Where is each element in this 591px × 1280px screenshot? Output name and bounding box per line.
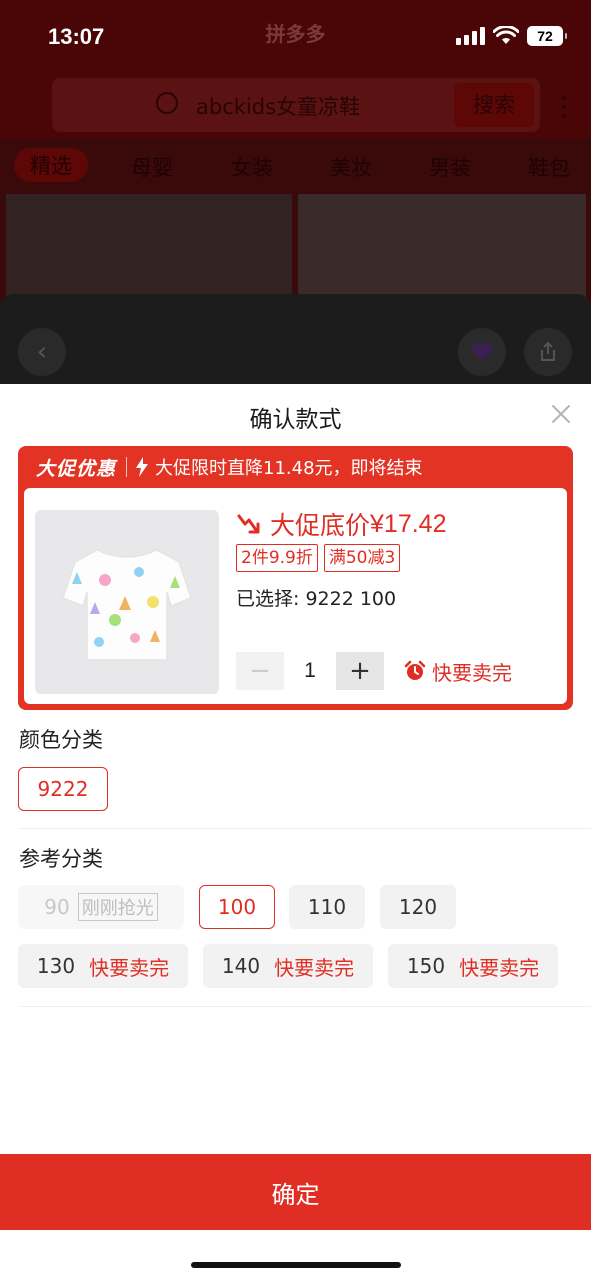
- lightning-icon: [136, 457, 149, 477]
- price-value: ¥17.42: [370, 509, 447, 538]
- price-drop-icon: [237, 514, 260, 534]
- decrease-button[interactable]: −: [236, 652, 284, 690]
- section-divider: [19, 1006, 591, 1007]
- background-search-text: abckids女童凉鞋: [196, 95, 361, 119]
- price-row: 大促底价 ¥17.42: [236, 506, 446, 542]
- option-label: 90: [44, 895, 70, 919]
- sheet-title: 确认款式: [249, 407, 342, 433]
- option-label: 140: [221, 954, 261, 978]
- promo-message: 大促限时直降11.48元，即将结束: [155, 458, 423, 479]
- bg-tab-women: 女装: [231, 156, 273, 180]
- heart-icon: [471, 342, 493, 361]
- battery-icon: 72: [527, 26, 567, 46]
- tshirt-icon: [62, 549, 192, 661]
- alarm-clock-icon: [404, 660, 426, 680]
- bg-tab-beauty: 美妆: [330, 156, 372, 180]
- product-image: [35, 510, 219, 694]
- sold-out-tag: 刚刚抢光: [77, 893, 158, 921]
- bg-tab-featured: 精选: [14, 148, 88, 182]
- increase-button[interactable]: +: [336, 652, 384, 690]
- confirm-button[interactable]: 确定: [0, 1154, 591, 1230]
- bg-tab-men: 男装: [429, 156, 471, 180]
- share-glyph-icon: [541, 341, 555, 361]
- wifi-icon: [493, 26, 519, 44]
- style-confirm-sheet: 确认款式 大促优惠 大促限时直降11.48元，即将结束 大促底价 ¥17.42 …: [0, 384, 591, 1280]
- bg-product-image: [298, 194, 586, 304]
- size-option-120[interactable]: 120: [380, 885, 456, 929]
- discount-tags: 2件9.9折 满50减3: [236, 544, 401, 572]
- hurry-text: 快要卖完: [432, 660, 512, 685]
- size-option-100[interactable]: 100: [199, 885, 275, 929]
- quantity-stepper: − 1 + 快要卖完: [236, 652, 512, 690]
- promo-banner: 大促优惠 大促限时直降11.48元，即将结束: [18, 446, 573, 488]
- size-option-90[interactable]: 90 刚刚抢光: [18, 885, 184, 929]
- close-icon[interactable]: [547, 400, 575, 428]
- size-section-label: 参考分类: [19, 847, 103, 871]
- hurry-tag: 快要卖完: [274, 955, 355, 980]
- status-time: 13:07: [48, 24, 105, 49]
- more-icon: [562, 96, 566, 118]
- promo-divider: [126, 457, 128, 477]
- home-indicator: [191, 1262, 401, 1268]
- background-search-button: 搜索: [454, 83, 534, 127]
- price-label: 大促底价: [270, 511, 371, 540]
- size-option-140[interactable]: 140 快要卖完: [203, 944, 373, 988]
- background-app: 拼多多 13:07 72 abckids女童凉鞋 搜索 精选 母婴 女装 美妆 …: [0, 0, 591, 400]
- discount-tag: 2件9.9折: [236, 544, 318, 572]
- background-search-bar: abckids女童凉鞋 搜索: [52, 78, 540, 132]
- promo-brand: 大促优惠: [36, 457, 117, 480]
- option-label: 100: [217, 895, 257, 919]
- product-summary: 大促底价 ¥17.42 2件9.9折 满50减3 已选择: 9222 100 −…: [24, 488, 567, 704]
- favorite-icon: [458, 328, 506, 376]
- search-icon: [156, 92, 178, 114]
- bg-tab-shoes: 鞋包: [528, 156, 570, 180]
- option-label: 150: [406, 954, 446, 978]
- option-label: 9222: [37, 777, 89, 801]
- background-header: 拼多多 13:07 72 abckids女童凉鞋 搜索: [0, 0, 591, 138]
- signal-icon: [456, 27, 485, 45]
- hurry-tag: 快要卖完: [89, 955, 170, 980]
- option-label: 130: [36, 954, 76, 978]
- share-icon: [524, 328, 572, 376]
- size-option-150[interactable]: 150 快要卖完: [388, 944, 558, 988]
- color-option-9222[interactable]: 9222: [18, 767, 108, 811]
- size-option-130[interactable]: 130 快要卖完: [18, 944, 188, 988]
- hurry-tag: 快要卖完: [459, 955, 540, 980]
- option-label: 110: [307, 895, 347, 919]
- status-icons: 72: [456, 26, 567, 46]
- bg-product-image: [6, 194, 292, 304]
- section-divider: [19, 828, 591, 829]
- quantity-value: 1: [304, 659, 316, 682]
- option-label: 120: [398, 895, 438, 919]
- size-option-110[interactable]: 110: [289, 885, 365, 929]
- bg-tab-baby: 母婴: [131, 156, 173, 180]
- discount-tag: 满50减3: [323, 544, 401, 572]
- background-category-tabs: 精选 母婴 女装 美妆 男装 鞋包: [0, 140, 591, 194]
- selected-variant: 已选择: 9222 100: [236, 588, 397, 610]
- promo-card: 大促优惠 大促限时直降11.48元，即将结束 大促底价 ¥17.42 2件9.9…: [18, 446, 573, 710]
- back-icon: ‹: [18, 328, 66, 376]
- color-section-label: 颜色分类: [19, 728, 103, 752]
- hurry-label: 快要卖完: [404, 657, 512, 686]
